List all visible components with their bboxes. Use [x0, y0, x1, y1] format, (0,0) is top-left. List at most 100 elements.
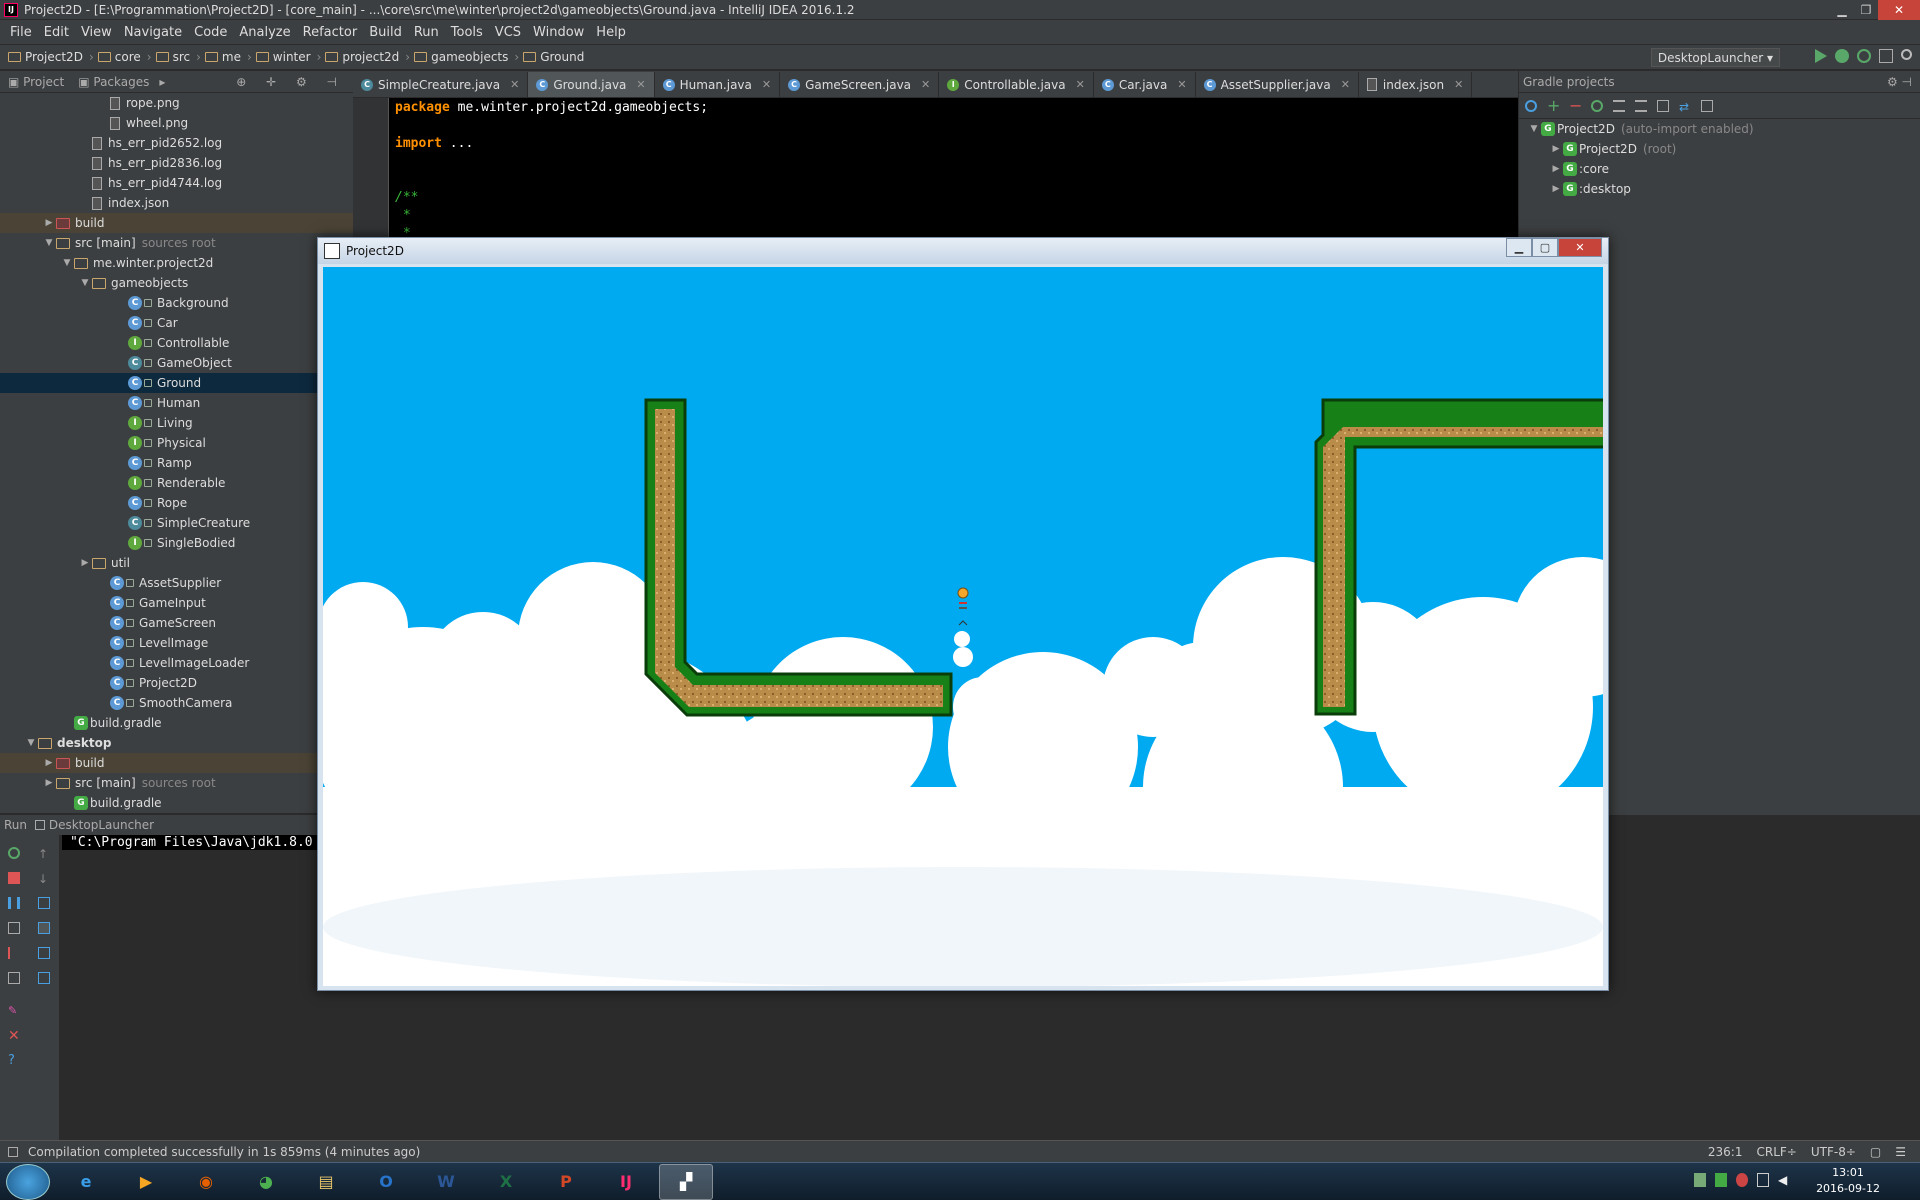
scroll-end-icon[interactable]: [38, 922, 50, 934]
tree-item[interactable]: I Physical: [0, 433, 353, 453]
add-icon[interactable]: +: [1547, 97, 1560, 113]
down-arrow-icon[interactable]: ↓: [38, 872, 50, 886]
tree-item[interactable]: I SingleBodied: [0, 533, 353, 553]
expand-arrow-icon[interactable]: ▶: [42, 778, 56, 788]
tree-item[interactable]: hs_err_pid2836.log: [0, 153, 353, 173]
panel-settings-icons[interactable]: ⊕ ✛ ⚙ ⊣: [236, 75, 345, 89]
game-minimize-button[interactable]: ▁: [1506, 238, 1532, 257]
editor-tab[interactable]: C Human.java ✕: [655, 72, 781, 97]
tree-item[interactable]: C GameScreen: [0, 613, 353, 633]
expand-arrow-icon[interactable]: ▶: [42, 218, 56, 228]
status-toggle-icon[interactable]: [8, 1146, 18, 1157]
tree-item[interactable]: rope.png: [0, 93, 353, 113]
tree-item[interactable]: C GameObject: [0, 353, 353, 373]
expand-arrow-icon[interactable]: ▼: [60, 258, 74, 268]
console-output[interactable]: "C:\Program Files\Java\jdk1.8.0: [62, 835, 321, 850]
outlook-taskbar-icon[interactable]: O: [359, 1164, 413, 1200]
editor-tab[interactable]: C GameScreen.java ✕: [780, 72, 940, 97]
tab-close-icon[interactable]: ✕: [510, 78, 519, 91]
expand-arrow-icon[interactable]: ▶: [1549, 184, 1563, 194]
tree-item[interactable]: C SimpleCreature: [0, 513, 353, 533]
word-taskbar-icon[interactable]: W: [419, 1164, 473, 1200]
media-player-taskbar-icon[interactable]: ▶: [119, 1164, 173, 1200]
tree-item[interactable]: C Ground: [0, 373, 353, 393]
maximize-button[interactable]: ❐: [1854, 0, 1878, 20]
rerun-icon[interactable]: [8, 847, 20, 859]
game-close-button[interactable]: ✕: [1558, 238, 1602, 257]
expand-arrow-icon[interactable]: ▼: [42, 238, 56, 248]
tree-item[interactable]: C SmoothCamera: [0, 693, 353, 713]
stop-icon[interactable]: [8, 872, 20, 884]
game-canvas[interactable]: [323, 267, 1603, 986]
tree-item[interactable]: C LevelImage: [0, 633, 353, 653]
menu-item-help[interactable]: Help: [590, 25, 632, 40]
tray-flag-icon[interactable]: [1757, 1173, 1769, 1187]
volume-icon[interactable]: ◀: [1778, 1173, 1790, 1187]
tab-close-icon[interactable]: ✕: [1341, 78, 1350, 91]
up-arrow-icon[interactable]: ↑: [38, 847, 50, 861]
tray-security-icon[interactable]: [1715, 1173, 1727, 1187]
game-window-titlebar[interactable]: Project2D ▁ ▢ ✕: [318, 238, 1608, 264]
expand-all-icon[interactable]: [1613, 99, 1625, 112]
game-maximize-button[interactable]: ▢: [1532, 238, 1558, 257]
line-separator[interactable]: CRLF÷: [1756, 1145, 1796, 1159]
menu-item-refactor[interactable]: Refactor: [297, 25, 364, 40]
gradle-tree-item[interactable]: ▶ G:core: [1519, 159, 1920, 179]
refresh-icon[interactable]: [1525, 99, 1537, 112]
menu-item-view[interactable]: View: [75, 25, 118, 40]
menu-item-navigate[interactable]: Navigate: [118, 25, 188, 40]
debug-icon[interactable]: [1835, 49, 1849, 63]
tray-network-icon[interactable]: [1694, 1173, 1706, 1187]
minimize-button[interactable]: ▁: [1830, 0, 1854, 20]
project-tab[interactable]: ▣ Project: [8, 75, 64, 89]
tree-item[interactable]: hs_err_pid4744.log: [0, 173, 353, 193]
exit-icon[interactable]: [8, 947, 20, 959]
tree-item[interactable]: ▼ gameobjects: [0, 273, 353, 293]
tree-item[interactable]: ▼ me.winter.project2d: [0, 253, 353, 273]
editor-tab[interactable]: C AssetSupplier.java ✕: [1196, 72, 1359, 97]
gradle-tree-item[interactable]: ▼ G Project2D (auto-import enabled): [1519, 119, 1920, 139]
caret-position[interactable]: 236:1: [1708, 1145, 1743, 1159]
wrap-icon[interactable]: [38, 897, 50, 909]
menu-item-code[interactable]: Code: [188, 25, 233, 40]
expand-arrow-icon[interactable]: ▶: [78, 558, 92, 568]
tree-item[interactable]: I Living: [0, 413, 353, 433]
excel-taskbar-icon[interactable]: X: [479, 1164, 533, 1200]
run-config-select[interactable]: DesktopLauncher ▾: [1650, 48, 1780, 67]
tree-item[interactable]: I Controllable: [0, 333, 353, 353]
search-icon[interactable]: [1901, 49, 1912, 60]
pin-icon[interactable]: ✎: [8, 1005, 20, 1017]
breadcrumb-item[interactable]: src ›: [155, 50, 201, 64]
tree-item[interactable]: I Renderable: [0, 473, 353, 493]
file-explorer-taskbar-icon[interactable]: ▤: [299, 1164, 353, 1200]
print-icon[interactable]: [38, 947, 50, 959]
editor-tab[interactable]: I Controllable.java ✕: [939, 72, 1094, 97]
remove-icon[interactable]: −: [1569, 97, 1582, 113]
gradle-tree-item[interactable]: ▶ G Project2D (root): [1519, 139, 1920, 159]
expand-arrow-icon[interactable]: ▶: [1549, 144, 1563, 154]
tree-item[interactable]: hs_err_pid2652.log: [0, 133, 353, 153]
menu-item-window[interactable]: Window: [527, 25, 590, 40]
close-run-icon[interactable]: ✕: [8, 1029, 20, 1043]
menu-item-tools[interactable]: Tools: [445, 25, 489, 40]
more-tabs-icon[interactable]: ▸: [159, 75, 165, 89]
internet-explorer-taskbar-icon[interactable]: e: [59, 1164, 113, 1200]
intellij-taskbar-icon[interactable]: IJ: [599, 1164, 653, 1200]
breadcrumb-item[interactable]: project2d ›: [325, 50, 410, 64]
editor-tab[interactable]: C SimpleCreature.java ✕: [353, 72, 529, 97]
tab-close-icon[interactable]: ✕: [1076, 78, 1085, 91]
clock[interactable]: 13:01 2016-09-12: [1816, 1165, 1880, 1197]
menu-item-run[interactable]: Run: [408, 25, 445, 40]
gradle-refresh-icon[interactable]: [1591, 99, 1603, 112]
breadcrumb-item[interactable]: Ground: [523, 50, 584, 64]
game-window[interactable]: Project2D ▁ ▢ ✕: [317, 237, 1609, 991]
editor-tab[interactable]: C Ground.java ✕: [528, 72, 655, 97]
chrome-taskbar-icon[interactable]: ◕: [239, 1164, 293, 1200]
tree-item[interactable]: ▶ build: [0, 753, 353, 773]
expand-arrow-icon[interactable]: ▼: [78, 278, 92, 288]
gradle-tree-item[interactable]: ▶ G:desktop: [1519, 179, 1920, 199]
tree-item[interactable]: C Background: [0, 293, 353, 313]
tree-item[interactable]: C Project2D: [0, 673, 353, 693]
menu-item-file[interactable]: File: [4, 25, 38, 40]
code-editor[interactable]: package me.winter.project2d.gameobjects;…: [353, 98, 1518, 241]
